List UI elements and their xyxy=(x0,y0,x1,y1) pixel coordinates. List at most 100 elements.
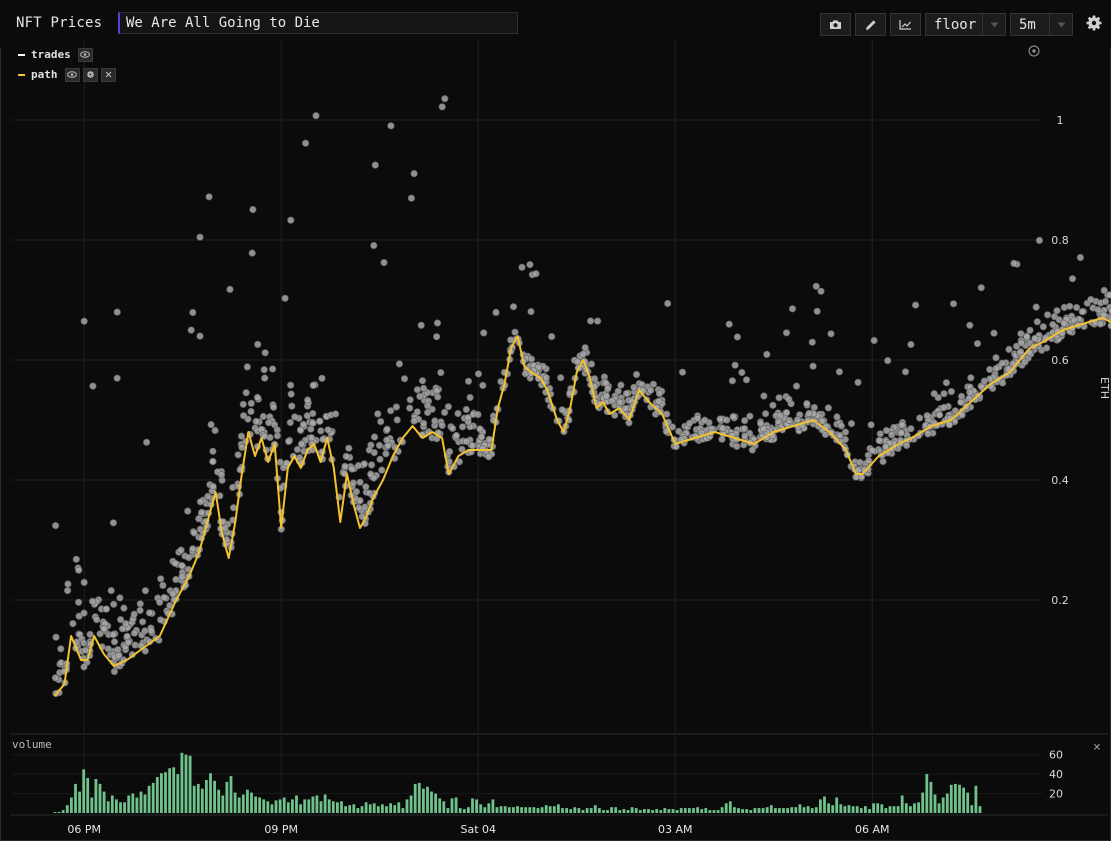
trade-point xyxy=(303,412,311,420)
trade-point xyxy=(382,450,390,458)
trade-point xyxy=(805,409,813,418)
trade-point xyxy=(1035,236,1043,244)
volume-bar xyxy=(348,805,352,813)
legend-item-trades[interactable]: trades xyxy=(18,46,116,63)
trade-point xyxy=(792,382,801,390)
volume-bar xyxy=(409,795,413,813)
trade-point xyxy=(139,618,147,626)
chart-canvas[interactable]: 0.2 0.4 0.6 0.8 1 ETH 20 40 60 06 PM 09 PM Sat 0… xyxy=(0,0,1111,841)
volume-bar xyxy=(360,806,364,813)
trade-point xyxy=(741,432,749,440)
volume-bar xyxy=(618,810,622,813)
volume-bar xyxy=(491,799,495,813)
volume-bar xyxy=(909,806,912,813)
volume-bar xyxy=(250,792,253,813)
trade-point xyxy=(185,553,193,562)
trade-point xyxy=(793,416,802,424)
toggle-visibility-button[interactable] xyxy=(77,47,93,62)
trade-point xyxy=(942,379,951,387)
volume-bar xyxy=(765,807,769,813)
trade-point xyxy=(763,350,771,359)
trade-point xyxy=(109,519,117,527)
trade-point xyxy=(247,399,255,408)
trade-point xyxy=(1076,253,1084,262)
trade-point xyxy=(410,170,418,178)
trade-point xyxy=(434,393,442,401)
volume-bar xyxy=(483,807,487,813)
trade-point xyxy=(433,319,442,327)
trade-point xyxy=(221,524,229,532)
trade-point xyxy=(760,392,768,400)
trade-point xyxy=(356,478,364,486)
volume-bar xyxy=(458,808,462,813)
trade-point xyxy=(729,413,737,421)
volume-bar xyxy=(949,784,953,813)
trade-point xyxy=(64,580,72,588)
volume-bar xyxy=(417,782,421,813)
series-settings-button[interactable] xyxy=(82,67,98,82)
y-axis-title: ETH xyxy=(1098,377,1111,399)
trade-point xyxy=(136,606,144,615)
volume-bar xyxy=(569,809,573,813)
trade-point xyxy=(410,417,418,425)
volume-bar xyxy=(127,795,131,813)
trade-point xyxy=(433,387,441,395)
volume-bar xyxy=(647,809,650,813)
volume-bar xyxy=(160,773,163,813)
volume-bar xyxy=(970,805,974,813)
trade-point xyxy=(265,419,273,427)
trade-point xyxy=(916,414,924,422)
trade-point xyxy=(1023,333,1031,341)
trade-point xyxy=(827,330,835,338)
trade-point xyxy=(248,249,256,257)
trade-point xyxy=(1096,320,1104,328)
trade-point xyxy=(558,406,566,414)
volume-bar xyxy=(827,803,830,813)
volume-bar xyxy=(622,809,626,813)
volume-bar xyxy=(327,799,331,813)
trade-point xyxy=(1026,326,1034,334)
legend-item-path[interactable]: path xyxy=(18,66,116,83)
volume-bar xyxy=(843,806,847,813)
toggle-visibility-button[interactable] xyxy=(64,67,80,82)
volume-bar xyxy=(405,799,409,813)
remove-series-button[interactable] xyxy=(100,67,116,82)
volume-bar xyxy=(110,795,114,813)
volume-bar xyxy=(757,808,761,813)
trade-point xyxy=(966,388,974,396)
volume-bar xyxy=(888,806,892,813)
volume-bar xyxy=(426,786,429,813)
volume-bar xyxy=(823,796,826,813)
close-icon[interactable]: × xyxy=(1093,740,1101,755)
trade-point xyxy=(725,320,733,328)
trade-point xyxy=(587,360,596,368)
trade-point xyxy=(141,627,149,635)
trade-point xyxy=(593,317,602,325)
trade-point xyxy=(234,451,242,459)
volume-bar xyxy=(336,802,339,813)
volume-bar xyxy=(291,799,294,813)
trade-point xyxy=(189,308,197,317)
trade-point xyxy=(1053,307,1061,315)
trade-point xyxy=(316,417,324,425)
reset-view-button[interactable] xyxy=(1028,45,1040,57)
trade-point xyxy=(492,308,500,317)
trade-point xyxy=(748,446,756,454)
x-tick-label: 06 PM xyxy=(67,823,101,836)
trade-point xyxy=(548,333,556,341)
volume-bar xyxy=(552,806,556,813)
volume-bar xyxy=(638,810,642,813)
trade-point xyxy=(901,368,910,376)
trade-point xyxy=(992,354,1000,362)
volume-bar xyxy=(356,808,360,813)
volume-bar xyxy=(974,785,978,813)
trade-point xyxy=(418,377,427,385)
volume-bar xyxy=(859,808,863,813)
volume-bar xyxy=(246,789,249,813)
volume-bar xyxy=(495,807,499,813)
trade-point xyxy=(285,437,293,446)
trade-point xyxy=(238,443,246,452)
trade-point xyxy=(226,285,234,294)
grid-lines xyxy=(12,40,1043,734)
trade-point xyxy=(420,419,428,427)
